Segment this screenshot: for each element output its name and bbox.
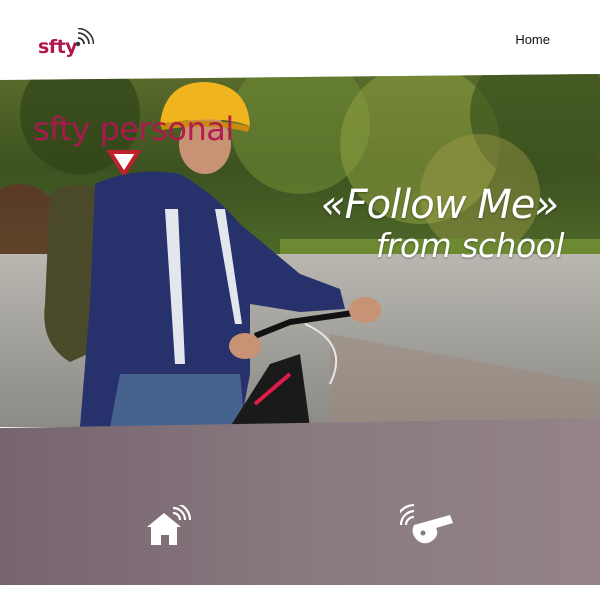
hero-tagline-line1: «Follow Me»: [320, 182, 559, 228]
brand-title: sfty personal: [33, 110, 234, 148]
home-signal-icon[interactable]: [145, 501, 195, 549]
signal-icon: [75, 28, 94, 47]
footer-strip: [0, 585, 600, 600]
whistle-signal-icon[interactable]: [393, 503, 456, 545]
nav-home-link[interactable]: Home: [515, 32, 550, 47]
sfty-logo[interactable]: sfty: [38, 28, 108, 64]
hero-tagline-line2: from school: [375, 226, 565, 265]
site-header: sfty Home: [0, 0, 600, 80]
action-panel: [0, 418, 600, 600]
